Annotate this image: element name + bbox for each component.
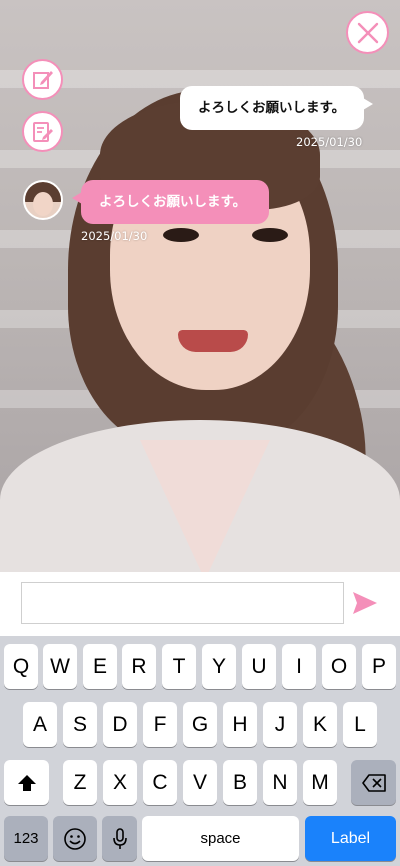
emoji-icon	[64, 827, 86, 850]
key-x[interactable]: X	[103, 760, 137, 805]
lips	[178, 330, 248, 352]
key-m[interactable]: M	[303, 760, 337, 805]
key-n[interactable]: N	[263, 760, 297, 805]
right-eye	[252, 228, 288, 242]
key-b[interactable]: B	[223, 760, 257, 805]
key-d[interactable]: D	[103, 702, 137, 747]
key-e[interactable]: E	[83, 644, 117, 689]
key-t[interactable]: T	[162, 644, 196, 689]
close-button[interactable]	[346, 11, 389, 54]
key-j[interactable]: J	[263, 702, 297, 747]
avatar-face	[33, 192, 53, 216]
on-screen-keyboard: Q W E R T Y U I O P A S D F G H J K L Z …	[0, 636, 400, 866]
key-r[interactable]: R	[122, 644, 156, 689]
message-timestamp: 2025/01/30	[296, 135, 363, 149]
key-c[interactable]: C	[143, 760, 177, 805]
message-input[interactable]	[21, 582, 344, 624]
space-key[interactable]: space	[142, 816, 299, 861]
key-y[interactable]: Y	[202, 644, 236, 689]
left-eye	[163, 228, 199, 242]
key-h[interactable]: H	[223, 702, 257, 747]
note-button[interactable]	[22, 111, 63, 152]
chat-bubble-self: よろしくお願いします。	[180, 86, 373, 130]
close-icon	[357, 22, 378, 43]
key-u[interactable]: U	[242, 644, 276, 689]
shift-key[interactable]	[4, 760, 49, 805]
microphone-icon	[112, 827, 127, 849]
key-p[interactable]: P	[362, 644, 396, 689]
key-o[interactable]: O	[322, 644, 356, 689]
note-icon	[32, 121, 53, 142]
emoji-key[interactable]	[53, 816, 97, 861]
key-i[interactable]: I	[282, 644, 316, 689]
numbers-key[interactable]: 123	[4, 816, 48, 861]
key-q[interactable]: Q	[4, 644, 38, 689]
edit-button[interactable]	[22, 59, 63, 100]
key-l[interactable]: L	[343, 702, 377, 747]
backspace-key[interactable]	[351, 760, 396, 805]
key-z[interactable]: Z	[63, 760, 97, 805]
microphone-key[interactable]	[102, 816, 137, 861]
edit-icon	[32, 70, 53, 89]
label-key[interactable]: Label	[305, 816, 396, 861]
avatar[interactable]	[23, 180, 63, 220]
backspace-icon	[361, 773, 386, 792]
key-k[interactable]: K	[303, 702, 337, 747]
shift-icon	[17, 774, 36, 791]
key-g[interactable]: G	[183, 702, 217, 747]
key-v[interactable]: V	[183, 760, 217, 805]
message-input-bar	[0, 572, 400, 636]
key-s[interactable]: S	[63, 702, 97, 747]
send-icon[interactable]	[352, 590, 378, 616]
chat-bubble-other: よろしくお願いします。	[72, 180, 269, 224]
key-a[interactable]: A	[23, 702, 57, 747]
key-f[interactable]: F	[143, 702, 177, 747]
message-timestamp: 2025/01/30	[81, 229, 148, 243]
key-w[interactable]: W	[43, 644, 77, 689]
